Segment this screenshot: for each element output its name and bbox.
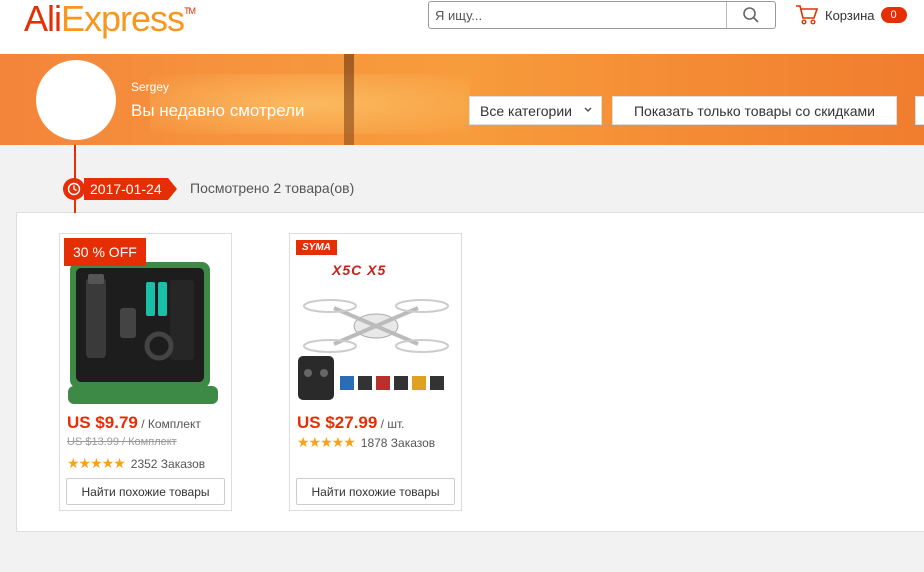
categories-label: Все категории	[480, 102, 572, 119]
model-label: X5C X5	[332, 262, 387, 278]
product-price: US $27.99 / шт.	[297, 413, 404, 433]
search-icon	[743, 7, 759, 23]
star-rating-icon: ★★★★★	[297, 434, 356, 450]
discount-badge: 30 % OFF	[64, 238, 146, 266]
product-card[interactable]: SYMA X5C X5 US $27.99 / шт. ★★★★★ 1878 З…	[289, 233, 462, 511]
username: Sergey	[131, 80, 170, 94]
viewed-count: Посмотрено 2 товара(ов)	[190, 180, 355, 196]
chevron-down-icon	[584, 107, 592, 113]
brand-label: SYMA	[296, 240, 337, 255]
product-rating: ★★★★★ 2352 Заказов	[67, 455, 205, 472]
cart-icon	[796, 5, 819, 25]
find-similar-button[interactable]: Найти похожие товары	[66, 478, 225, 505]
page-title: Вы недавно смотрели	[131, 101, 305, 120]
top-bar: AliExpressTM Корзина 0	[0, 0, 924, 54]
cart-link[interactable]: Корзина 0	[795, 4, 907, 26]
banner-tower-silhouette	[344, 54, 354, 145]
cart-count-badge: 0	[880, 7, 907, 23]
product-image-drone[interactable]: SYMA X5C X5	[294, 238, 457, 408]
product-rating: ★★★★★ 1878 Заказов	[297, 434, 435, 451]
star-rating-icon: ★★★★★	[67, 455, 126, 471]
product-image-flashlight-kit[interactable]: 30 % OFF	[64, 238, 227, 408]
cart-label: Корзина	[825, 7, 875, 23]
clock-icon	[63, 178, 85, 200]
search-box	[428, 1, 776, 29]
price-unit: / шт.	[377, 417, 405, 431]
search-input[interactable]	[429, 2, 733, 28]
show-discounts-button[interactable]: Показать только товары со скидками	[612, 96, 897, 125]
order-count: 1878 Заказов	[360, 435, 436, 450]
logo-part-ali: Ali	[24, 0, 62, 39]
product-price: US $9.79 / Комплект	[67, 413, 201, 433]
logo-trademark: TM	[184, 6, 196, 16]
avatar[interactable]	[36, 60, 116, 140]
categories-dropdown[interactable]: Все категории	[469, 96, 602, 125]
extra-filter-button[interactable]	[915, 96, 924, 125]
price-value: US $9.79	[67, 413, 138, 432]
product-card[interactable]: 30 % OFF US $9.79 / Комплект US $13.99 /…	[59, 233, 232, 511]
price-unit: / Комплект	[137, 417, 201, 431]
logo-part-express: Express	[61, 0, 185, 39]
price-value: US $27.99	[297, 413, 378, 432]
show-discounts-label: Показать только товары со скидками	[633, 102, 875, 119]
find-similar-button[interactable]: Найти похожие товары	[296, 478, 455, 505]
order-count: 2352 Заказов	[130, 456, 206, 471]
old-price: US $13.99 / Комплект	[67, 436, 177, 448]
aliexpress-logo[interactable]: AliExpressTM	[24, 0, 196, 40]
search-button[interactable]	[726, 2, 775, 28]
date-tag: 2017-01-24	[84, 178, 177, 200]
